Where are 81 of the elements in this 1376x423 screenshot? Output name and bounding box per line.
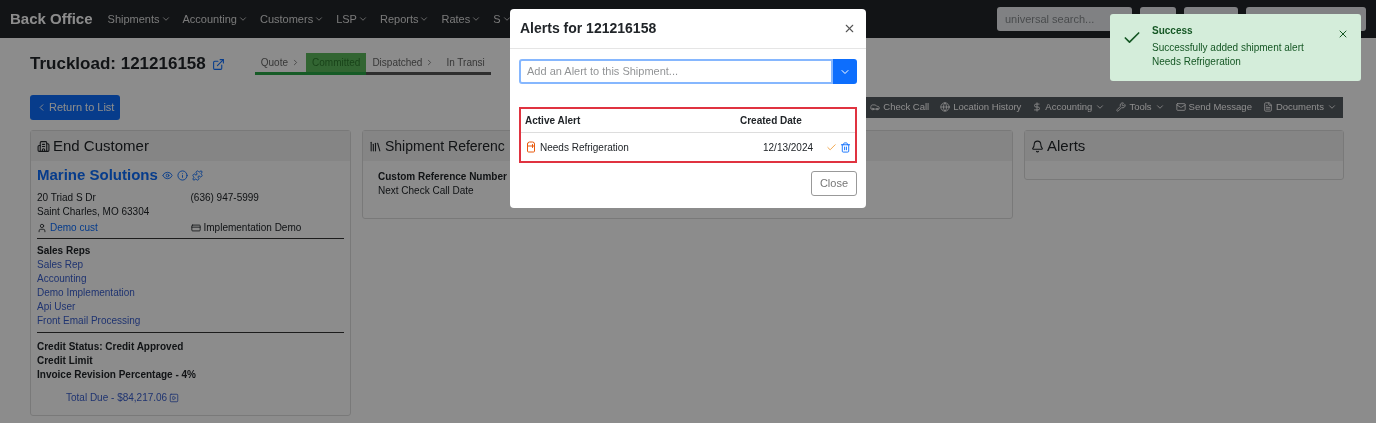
field-label: Next Check Call Date — [378, 184, 474, 198]
bell-icon — [1031, 139, 1044, 153]
column-header: Created Date — [740, 114, 802, 128]
toast-title: Success — [1152, 24, 1194, 38]
progress-step: In Transi — [440, 53, 491, 75]
check-icon[interactable] — [826, 141, 837, 153]
caret-icon — [501, 14, 512, 24]
toolbar-button[interactable]: Send Message — [1175, 99, 1252, 115]
total-due-link[interactable]: Total Due - $84,217.06 — [66, 390, 168, 405]
caret-icon — [471, 14, 482, 24]
caret-icon — [1154, 102, 1165, 112]
credit-info: Invoice Revision Percentage - 4% — [37, 367, 197, 382]
fridge-icon — [525, 141, 537, 153]
card-title: End Customer — [53, 135, 149, 156]
dropdown-button[interactable] — [833, 59, 857, 84]
nav-menu[interactable]: Reports — [379, 10, 430, 28]
section-heading: Sales Reps — [37, 243, 92, 258]
info-icon[interactable] — [176, 169, 188, 181]
building-icon — [37, 139, 50, 153]
dollar-icon — [1032, 102, 1043, 112]
nav-menu[interactable]: S — [493, 10, 512, 28]
toolbar-button[interactable]: Tools — [1116, 99, 1165, 115]
play-icon[interactable] — [169, 392, 180, 403]
nav-menu[interactable]: Accounting — [182, 10, 248, 28]
address-line: Saint Charles, MO 63304 — [37, 204, 151, 219]
toolbar-button[interactable]: Accounting — [1032, 99, 1106, 115]
toolbar-button[interactable]: Location History — [940, 99, 1022, 115]
dialog-title: Alerts for 121216158 — [520, 19, 657, 38]
sales-rep-link[interactable]: Demo Implementation — [37, 285, 344, 300]
page-title: Truckload: 121216158 — [30, 53, 206, 76]
toast-message: Successfully added shipment alert — [1152, 41, 1305, 55]
caret-icon — [237, 14, 248, 24]
books-icon — [369, 139, 382, 153]
eye-icon[interactable] — [161, 169, 173, 181]
user-icon — [37, 222, 47, 233]
column-header: Active Alert — [525, 114, 582, 128]
card-title: Alerts — [1047, 135, 1086, 156]
globe-icon — [940, 102, 951, 112]
credit-info: Credit Limit — [37, 353, 94, 368]
nav-menu[interactable]: Shipments — [107, 10, 171, 28]
sales-rep-link[interactable]: Api User — [37, 299, 344, 314]
toolbar-button[interactable]: Check Call — [870, 99, 930, 115]
external-link-icon[interactable] — [211, 57, 225, 71]
contact-link[interactable]: Demo cust — [50, 220, 98, 235]
progress-step: Dispatched — [366, 53, 441, 75]
id-card-icon — [190, 222, 201, 233]
nav-menu[interactable]: Customers — [259, 10, 325, 28]
caret-icon — [1095, 102, 1106, 112]
nav-menu[interactable]: LSP — [336, 10, 368, 28]
return-button[interactable]: Return to List — [30, 94, 121, 120]
sales-rep-link[interactable]: Accounting — [37, 271, 344, 286]
wrench-icon — [1116, 102, 1127, 112]
close-icon[interactable] — [843, 22, 856, 35]
trash-icon[interactable] — [840, 141, 851, 153]
close-icon[interactable] — [1337, 28, 1349, 40]
alert-input-field[interactable]: Add an Alert to this Shipment... — [519, 59, 833, 84]
envelope-icon — [1175, 102, 1186, 112]
phone-number: (636) 947-5999 — [190, 190, 260, 205]
sales-rep-link[interactable]: Front Email Processing — [37, 313, 344, 328]
customer-name[interactable]: Marine Solutions — [37, 164, 158, 187]
field-label: Custom Reference Number — [378, 170, 507, 184]
created-date: 12/13/2024 — [763, 140, 814, 155]
credit-info: Credit Status: Credit Approved — [37, 339, 185, 354]
close-button[interactable]: Close — [810, 171, 857, 196]
toolbar-button[interactable]: Documents — [1262, 99, 1337, 115]
puzzle-icon[interactable] — [191, 169, 203, 181]
document-icon — [1262, 102, 1273, 112]
car-icon — [870, 102, 881, 112]
caret-icon — [357, 14, 368, 24]
caret-icon — [419, 14, 430, 24]
caret-icon — [160, 14, 171, 24]
caret-icon — [314, 14, 325, 24]
brand-title[interactable]: Back Office — [10, 7, 93, 31]
caret-icon — [1327, 102, 1337, 112]
alert-name: Needs Refrigeration — [540, 140, 630, 155]
card-title: Shipment Referenc — [385, 136, 505, 156]
address-line: 20 Triad S Dr — [37, 190, 97, 205]
nav-menu[interactable]: Rates — [441, 10, 482, 28]
sales-rep-link[interactable]: Sales Rep — [37, 257, 344, 272]
account-name: Implementation Demo — [203, 220, 302, 235]
toast-message: Needs Refrigeration — [1152, 55, 1242, 69]
